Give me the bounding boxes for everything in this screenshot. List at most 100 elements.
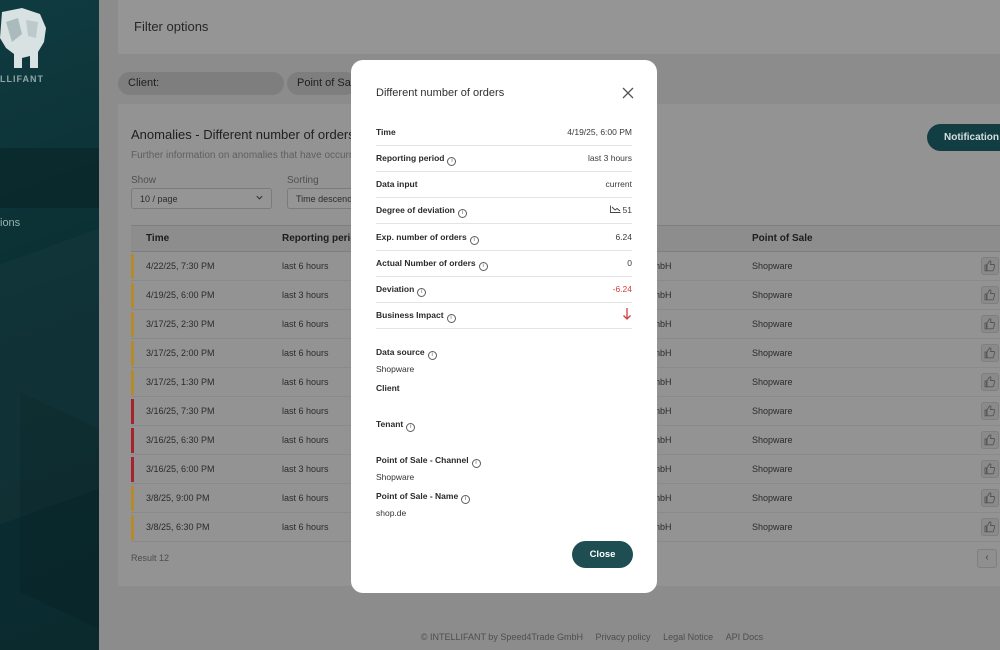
- field-expected-orders: Exp. number of orders i 6.24: [376, 225, 632, 251]
- severity-indicator: [131, 428, 134, 453]
- sidebar-item-notifications[interactable]: ions: [0, 217, 20, 229]
- cell-time: 3/17/25, 2:30 PM: [146, 319, 215, 329]
- privacy-policy-link[interactable]: Privacy policy: [596, 632, 651, 642]
- thumbs-up-button[interactable]: [981, 257, 999, 275]
- thumbs-up-icon: [984, 376, 996, 388]
- column-header-time[interactable]: Time: [146, 233, 169, 244]
- cell-client: nbH: [655, 348, 672, 358]
- field-business-impact: Business Impact i: [376, 303, 632, 329]
- api-docs-link[interactable]: API Docs: [726, 632, 764, 642]
- field-value: 6.24: [615, 232, 632, 242]
- info-icon[interactable]: i: [457, 209, 467, 218]
- thumbs-up-button[interactable]: [981, 373, 999, 391]
- severity-indicator: [131, 399, 134, 424]
- thumbs-up-icon: [984, 521, 996, 533]
- cell-client: nbH: [655, 464, 672, 474]
- field-label-text: Degree of deviation: [376, 205, 455, 215]
- thumbs-up-button[interactable]: [981, 518, 999, 536]
- close-icon[interactable]: [621, 86, 635, 100]
- pos-filter-chip[interactable]: Point of Sale: [287, 72, 359, 95]
- column-header-point-of-sale[interactable]: Point of Sale: [752, 233, 813, 244]
- thumbs-up-icon: [984, 405, 996, 417]
- field-label: Deviation i: [376, 284, 427, 297]
- thumbs-up-icon: [984, 318, 996, 330]
- thumbs-up-button[interactable]: [981, 315, 999, 333]
- cell-time: 3/17/25, 1:30 PM: [146, 377, 215, 387]
- info-icon[interactable]: i: [478, 262, 488, 271]
- cell-reporting-period: last 6 hours: [282, 348, 329, 358]
- cell-reporting-period: last 6 hours: [282, 493, 329, 503]
- info-icon[interactable]: i: [417, 288, 427, 297]
- client-filter-chip[interactable]: Client:: [118, 72, 284, 95]
- field-value: -6.24: [612, 284, 632, 294]
- modal-title: Different number of orders: [376, 87, 505, 99]
- info-icon[interactable]: i: [427, 351, 437, 360]
- cell-client: nbH: [655, 435, 672, 445]
- thumbs-up-icon: [984, 260, 996, 272]
- column-header-reporting-period[interactable]: Reporting period: [282, 233, 352, 244]
- cell-client: nbH: [655, 493, 672, 503]
- field-label: Data input: [376, 179, 418, 189]
- cell-reporting-period: last 6 hours: [282, 377, 329, 387]
- field-label-text: Business Impact: [376, 310, 444, 320]
- thumbs-up-button[interactable]: [981, 431, 999, 449]
- field-label-text: Reporting period: [376, 153, 445, 163]
- cell-reporting-period: last 6 hours: [282, 261, 329, 271]
- close-button[interactable]: Close: [572, 541, 633, 568]
- data-source-label: Data source i: [376, 347, 437, 360]
- thumbs-up-button[interactable]: [981, 460, 999, 478]
- field-label: Reporting period i: [376, 153, 457, 166]
- page-subtitle: Further information on anomalies that ha…: [131, 150, 353, 161]
- field-label: Business Impact i: [376, 310, 456, 323]
- field-label: Time: [376, 127, 396, 137]
- cell-point-of-sale: Shopware: [752, 377, 793, 387]
- cell-time: 3/8/25, 9:00 PM: [146, 493, 210, 503]
- info-icon[interactable]: i: [471, 459, 481, 468]
- info-icon[interactable]: i: [469, 236, 479, 245]
- sidebar-active-item[interactable]: [0, 148, 99, 208]
- notification-button[interactable]: Notification: [927, 124, 1000, 151]
- info-icon[interactable]: i: [447, 157, 457, 166]
- cell-point-of-sale: Shopware: [752, 319, 793, 329]
- thumbs-up-icon: [984, 347, 996, 359]
- field-value: 51: [609, 205, 632, 215]
- severity-indicator: [131, 515, 134, 540]
- thumbs-up-button[interactable]: [981, 344, 999, 362]
- severity-indicator: [131, 486, 134, 511]
- field-label: Actual Number of orders i: [376, 258, 488, 271]
- cell-reporting-period: last 6 hours: [282, 319, 329, 329]
- pos-name-label: Point of Sale - Name i: [376, 491, 471, 504]
- severity-indicator: [131, 254, 134, 279]
- pagination-prev-button[interactable]: ‹: [977, 549, 997, 568]
- footer: © INTELLIFANT by Speed4Trade GmbH Privac…: [99, 632, 1000, 642]
- field-value: 0: [627, 258, 632, 268]
- page-size-select[interactable]: 10 / page: [131, 188, 272, 209]
- info-icon[interactable]: i: [461, 495, 471, 504]
- cell-time: 3/16/25, 6:00 PM: [146, 464, 215, 474]
- cell-time: 4/19/25, 6:00 PM: [146, 290, 215, 300]
- cell-client: nbH: [655, 522, 672, 532]
- filter-panel: [118, 0, 1000, 54]
- cell-point-of-sale: Shopware: [752, 493, 793, 503]
- severity-indicator: [131, 457, 134, 482]
- thumbs-up-button[interactable]: [981, 402, 999, 420]
- thumbs-up-button[interactable]: [981, 286, 999, 304]
- thumbs-up-button[interactable]: [981, 489, 999, 507]
- sorting-label: Sorting: [287, 175, 319, 186]
- cell-time: 4/22/25, 7:30 PM: [146, 261, 215, 271]
- severity-indicator: [131, 283, 134, 308]
- label-text: Point of Sale - Channel: [376, 455, 469, 465]
- thumbs-up-icon: [984, 434, 996, 446]
- field-value: last 3 hours: [588, 153, 632, 163]
- legal-notice-link[interactable]: Legal Notice: [663, 632, 713, 642]
- elephant-logo-icon[interactable]: [0, 8, 60, 72]
- pos-channel-label: Point of Sale - Channel i: [376, 455, 481, 468]
- sorting-select[interactable]: Time descending: [287, 188, 357, 209]
- label-text: Point of Sale - Name: [376, 491, 459, 501]
- arrow-down-icon: [623, 308, 631, 320]
- field-degree-of-deviation: Degree of deviation i 51: [376, 198, 632, 224]
- info-icon[interactable]: i: [446, 314, 456, 323]
- sidebar-decoration: [20, 392, 99, 648]
- cell-time: 3/17/25, 2:00 PM: [146, 348, 215, 358]
- info-icon[interactable]: i: [406, 423, 416, 432]
